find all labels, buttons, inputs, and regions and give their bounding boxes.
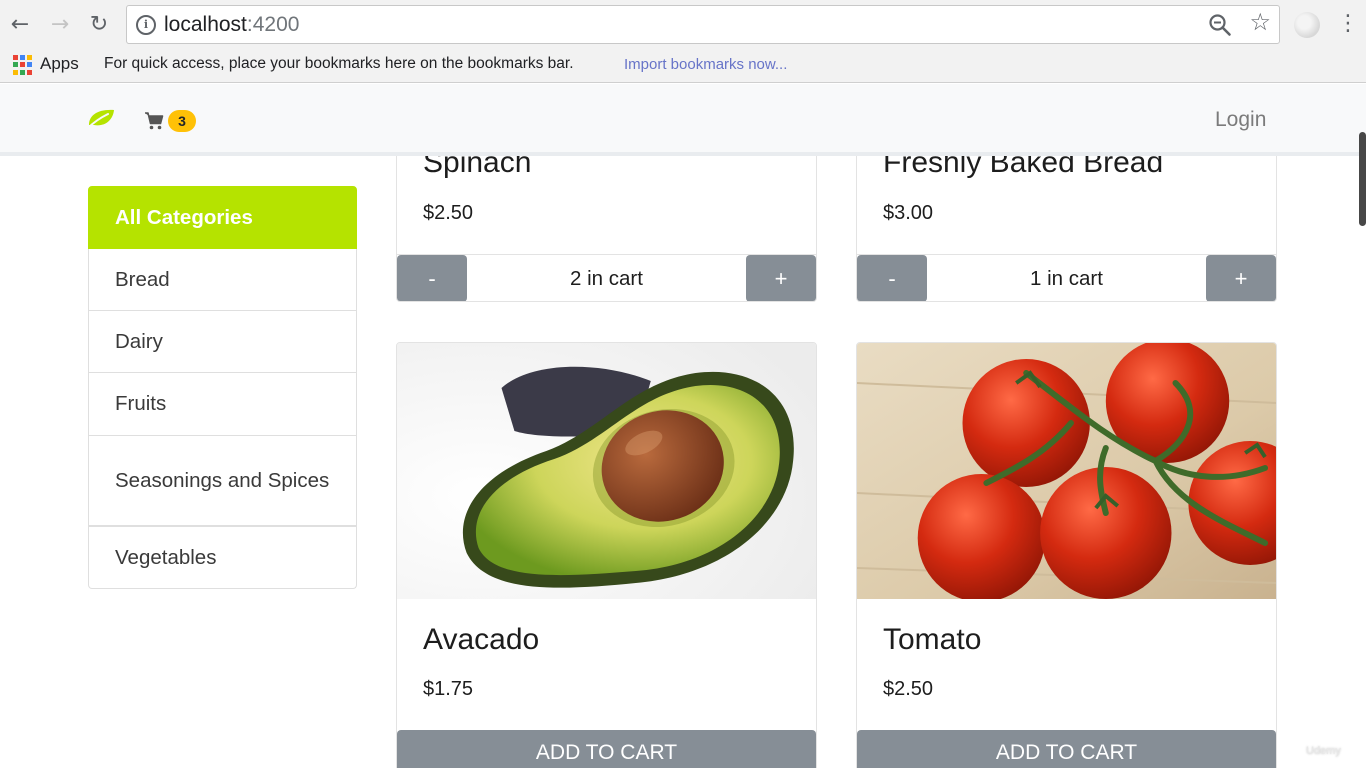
leaf-logo-icon[interactable] [86,107,116,129]
category-sidebar: All Categories Bread Dairy Fruits Season… [88,186,357,589]
product-card-tomato: Tomato $2.50 ADD TO CART [856,342,1277,768]
sidebar-item-bread[interactable]: Bread [88,249,357,311]
increase-quantity-button[interactable]: + [746,255,816,301]
sidebar-item-fruits[interactable]: Fruits [88,373,357,436]
quantity-stepper: - 2 in cart + [397,254,816,301]
apps-shortcut[interactable]: Apps [40,54,79,74]
sidebar-item-seasonings-and-spices[interactable]: Seasonings and Spices [88,436,357,527]
bookmarks-bar: Apps For quick access, place your bookma… [0,50,1366,83]
page-scrollbar[interactable] [1359,132,1366,226]
browser-toolbar: ← → ↻ i localhost:4200 ☆ ⋮ [0,0,1366,50]
import-bookmarks-link[interactable]: Import bookmarks now... [624,56,787,73]
browser-menu-icon[interactable]: ⋮ [1337,10,1359,40]
sidebar-item-dairy[interactable]: Dairy [88,311,357,373]
add-to-cart-button[interactable]: ADD TO CART [857,730,1276,768]
back-arrow-icon[interactable]: ← [8,11,32,37]
site-info-icon[interactable]: i [136,15,156,35]
reload-icon[interactable]: ↻ [87,11,111,37]
cart-count-badge: 3 [168,110,196,132]
app-navbar: 3 Login [0,84,1366,156]
apps-grid-icon[interactable] [13,55,33,75]
sidebar-item-all-categories[interactable]: All Categories [88,186,357,249]
bookmarks-hint: For quick access, place your bookmarks h… [104,55,574,72]
product-price: $1.75 [423,678,474,700]
udemy-watermark: Udemy [1306,745,1341,757]
avocado-image [397,343,816,599]
product-price: $2.50 [423,202,474,224]
url-host: localhost [164,13,247,36]
product-price: $2.50 [883,678,934,700]
zoom-icon[interactable] [1207,12,1233,38]
product-price: $3.00 [883,202,934,224]
product-title: Avacado [423,623,540,656]
login-link[interactable]: Login [1215,108,1266,132]
cart-link[interactable]: 3 [144,108,196,134]
sidebar-item-vegetables[interactable]: Vegetables [88,527,357,589]
decrease-quantity-button[interactable]: - [397,255,467,301]
product-card-avocado: Avacado $1.75 ADD TO CART [396,342,817,768]
cart-quantity-text: 2 in cart [570,266,643,290]
url-text[interactable]: localhost:4200 [164,13,299,37]
product-title: Tomato [883,623,982,656]
address-bar[interactable]: i localhost:4200 ☆ [126,5,1280,44]
url-port: :4200 [246,13,300,36]
web-page: 3 Login All Categories Bread Dairy Fruit… [0,84,1366,768]
quantity-stepper: - 1 in cart + [857,254,1276,301]
add-to-cart-button[interactable]: ADD TO CART [397,730,816,768]
extension-icon[interactable] [1294,12,1320,38]
cart-quantity-text: 1 in cart [1030,266,1103,290]
bookmark-star-icon[interactable]: ☆ [1249,8,1271,36]
shopping-cart-icon [145,112,164,130]
increase-quantity-button[interactable]: + [1206,255,1276,301]
tomato-image [857,343,1276,599]
forward-arrow-icon[interactable]: → [48,11,72,37]
decrease-quantity-button[interactable]: - [857,255,927,301]
